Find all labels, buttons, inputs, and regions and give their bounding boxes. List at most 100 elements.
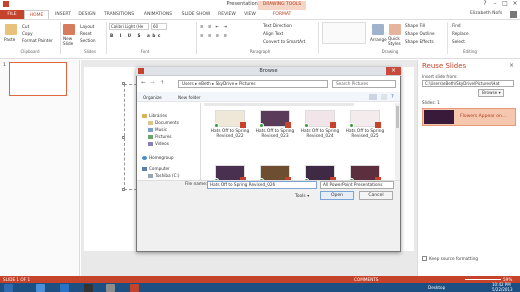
forward-icon[interactable]: → <box>150 80 155 86</box>
insert-path-field[interactable]: C:\Users\eBeth\SkyDrive\Pictures\Hat <box>422 80 514 87</box>
comments-button[interactable]: COMMENTS <box>354 277 378 282</box>
tools-button[interactable]: Tools ▾ <box>295 193 309 199</box>
view-buttons[interactable] <box>393 277 463 282</box>
file-name-label: File name: <box>185 182 208 187</box>
layout-button[interactable]: Layout <box>80 24 94 29</box>
outlook-icon[interactable] <box>60 284 69 292</box>
shape-effects-button[interactable]: Shape Effects <box>405 39 434 44</box>
tab-design[interactable]: DESIGN <box>75 10 99 19</box>
breadcrumb-pictures[interactable]: Pictures <box>239 81 256 86</box>
desktop-label[interactable]: Desktop <box>428 285 445 290</box>
avatar[interactable] <box>510 11 517 18</box>
insert-from-label: Insert slide from: <box>422 74 458 79</box>
tab-animations[interactable]: ANIMATIONS <box>139 10 177 19</box>
copy-button[interactable]: Copy <box>22 31 33 36</box>
arrange-icon[interactable] <box>372 24 384 35</box>
nav-libraries[interactable]: Libraries <box>142 113 167 118</box>
zoom-slider[interactable] <box>465 279 501 280</box>
resize-handle[interactable] <box>122 82 125 85</box>
file-item[interactable]: Hats Off to Spring Revised_025 <box>345 110 385 140</box>
media-icon[interactable] <box>84 284 93 292</box>
nav-music[interactable]: Music <box>148 127 167 132</box>
breadcrumb-user[interactable]: eBeth <box>199 81 211 86</box>
maximize-icon[interactable]: □ <box>500 0 510 8</box>
resize-handle[interactable] <box>122 136 125 139</box>
font-name-combo[interactable]: Calibri Light (He <box>109 23 149 30</box>
explorer-icon[interactable] <box>106 284 115 292</box>
replace-button[interactable]: Replace <box>452 31 469 36</box>
tab-insert[interactable]: INSERT <box>52 10 74 19</box>
quick-styles-icon[interactable] <box>389 24 401 35</box>
search-input[interactable]: Search Pictures <box>332 80 396 88</box>
find-button[interactable]: Find <box>452 23 461 28</box>
font-format-buttons[interactable]: B I U S abc <box>110 33 163 38</box>
file-item[interactable]: Hats Off to Spring Revised_024 <box>300 110 340 140</box>
resize-handle[interactable] <box>122 188 125 191</box>
close-icon[interactable]: × <box>509 62 514 69</box>
tab-file[interactable]: FILE <box>0 10 24 19</box>
browse-button[interactable]: Browse ▾ <box>478 89 504 97</box>
align-text-button[interactable]: Align Text <box>263 31 283 36</box>
scrollbar-thumb[interactable] <box>396 106 399 128</box>
tab-format[interactable]: FORMAT <box>268 10 296 19</box>
arrange-button[interactable]: Arrange <box>370 37 387 42</box>
help-icon[interactable]: ? <box>391 94 394 100</box>
view-options-icon[interactable] <box>369 94 377 100</box>
file-type-select[interactable]: All PowerPoint Presentations <box>320 181 394 189</box>
cut-button[interactable]: Cut <box>22 24 29 29</box>
alignment-buttons[interactable]: ≡ ≡ ≡ ≡ <box>200 33 229 38</box>
tab-home[interactable]: HOME <box>24 10 49 19</box>
close-icon[interactable]: × <box>510 0 520 8</box>
nav-homegroup[interactable]: Homegroup <box>142 155 174 160</box>
file-item[interactable]: Hats Off to Spring Revised_023 <box>255 110 295 140</box>
shape-outline-button[interactable]: Shape Outline <box>405 31 435 36</box>
new-slide-button[interactable]: New Slide <box>63 36 77 46</box>
paste-icon[interactable] <box>5 24 17 35</box>
sync-check-icon <box>349 123 354 128</box>
list-buttons[interactable]: ≡ ≡ ⇤ ⇥ <box>200 24 229 29</box>
format-painter-button[interactable]: Format Painter <box>22 38 53 43</box>
nav-computer[interactable]: Computer <box>142 166 170 171</box>
nav-pictures[interactable]: Pictures <box>148 134 172 139</box>
slide-thumbnail[interactable] <box>9 62 67 96</box>
select-button[interactable]: Select <box>452 39 465 44</box>
breadcrumb-users[interactable]: Users <box>182 81 194 86</box>
powerpoint-taskbar-icon[interactable] <box>130 284 139 292</box>
nav-drive-c[interactable]: Toshiba (C:) <box>148 173 180 178</box>
new-slide-icon[interactable] <box>63 24 75 35</box>
nav-documents[interactable]: Documents <box>148 120 179 125</box>
shape-fill-button[interactable]: Shape Fill <box>405 23 425 28</box>
back-icon[interactable]: ← <box>141 80 146 86</box>
nav-videos[interactable]: Videos <box>148 141 169 146</box>
preview-pane-icon[interactable] <box>381 94 387 100</box>
file-name-input[interactable]: Hats Off to Spring Revised_026 <box>207 181 317 189</box>
convert-smartart-button[interactable]: Convert to SmartArt <box>263 39 305 44</box>
user-name[interactable]: Elizabeth Nofs <box>470 11 502 16</box>
ie-icon[interactable] <box>36 284 45 292</box>
organize-button[interactable]: Organize <box>143 95 162 100</box>
open-button[interactable]: Open <box>320 191 354 200</box>
file-item[interactable]: Hats Off to Spring Revised_022 <box>210 110 250 140</box>
quick-styles-button[interactable]: Quick Styles <box>388 36 402 46</box>
reset-button[interactable]: Reset <box>80 31 92 36</box>
paste-button[interactable]: Paste <box>4 37 15 42</box>
section-button[interactable]: Section <box>80 38 96 43</box>
close-icon[interactable]: × <box>386 67 401 75</box>
tab-review[interactable]: REVIEW <box>215 10 239 19</box>
breadcrumb-skydrive[interactable]: SkyDrive <box>216 81 235 86</box>
address-bar[interactable]: Users ▸ eBeth ▸ SkyDrive ▸ Pictures <box>178 80 328 88</box>
tab-view[interactable]: VIEW <box>240 10 260 19</box>
new-folder-button[interactable]: New folder <box>178 95 201 100</box>
start-icon[interactable] <box>4 284 13 292</box>
keep-formatting-checkbox[interactable] <box>422 256 427 261</box>
tab-transitions[interactable]: TRANSITIONS <box>100 10 138 19</box>
cancel-button[interactable]: Cancel <box>359 191 393 200</box>
help-icon[interactable]: ? <box>480 0 490 8</box>
tab-slide-show[interactable]: SLIDE SHOW <box>178 10 214 19</box>
minimize-icon[interactable]: – <box>490 0 500 8</box>
shapes-gallery[interactable] <box>322 22 366 44</box>
text-direction-button[interactable]: Text Direction <box>263 23 292 28</box>
font-size-combo[interactable]: 60 <box>151 23 167 30</box>
file-thumbnail <box>259 110 291 128</box>
up-icon[interactable]: ↑ <box>160 80 164 86</box>
